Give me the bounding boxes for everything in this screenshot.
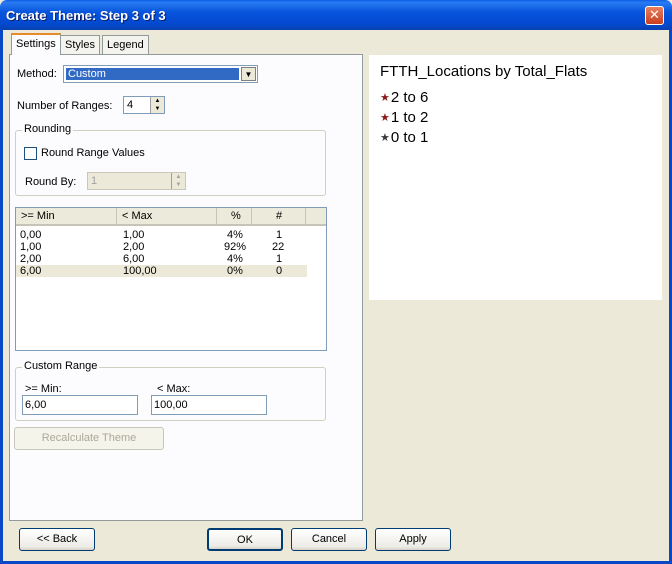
cell-min: 0,00 [20, 229, 42, 241]
custom-min-input[interactable]: 6,00 [22, 395, 138, 415]
round-by-label: Round By: [25, 176, 77, 188]
column-header-filler [306, 208, 326, 226]
cell-percent: 4% [227, 253, 243, 265]
table-row-selected[interactable]: 6,00 100,00 0% 0 [16, 265, 307, 277]
cell-max: 100,00 [123, 265, 157, 277]
cancel-button[interactable]: Cancel [291, 528, 367, 551]
legend-item: ★2 to 6 [380, 89, 428, 106]
legend-preview: FTTH_Locations by Total_Flats ★2 to 6 ★1… [368, 54, 663, 301]
title-bar[interactable]: Create Theme: Step 3 of 3 ✕ [0, 0, 672, 30]
column-header-min[interactable]: >= Min [16, 208, 117, 226]
cell-percent: 4% [227, 229, 243, 241]
cell-max: 2,00 [123, 241, 145, 253]
spin-down-icon[interactable]: ▼ [151, 105, 164, 113]
cell-percent: 92% [224, 241, 247, 253]
cell-max: 1,00 [123, 229, 145, 241]
legend-item: ★1 to 2 [380, 109, 428, 126]
legend-item-label: 2 to 6 [390, 89, 429, 106]
table-row[interactable]: 0,00 1,00 4% 1 [16, 229, 307, 241]
round-by-value: 1 [91, 175, 98, 187]
window-frame-left [0, 30, 3, 564]
ranges-table[interactable]: >= Min < Max % # 0,00 1,00 4% 1 1,00 2,0… [15, 207, 327, 351]
cell-min: 1,00 [20, 241, 42, 253]
round-by-spin-buttons[interactable]: ▲ ▼ [171, 173, 185, 189]
round-by-stepper[interactable]: 1 ▲ ▼ [87, 172, 186, 190]
spin-up-icon[interactable]: ▲ [172, 173, 185, 181]
tab-legend[interactable]: Legend [102, 35, 149, 54]
round-range-label: Round Range Values [41, 147, 145, 159]
legend-item: ★0 to 1 [380, 129, 428, 146]
ranges-label: Number of Ranges: [17, 100, 113, 112]
close-icon[interactable]: ✕ [645, 6, 664, 25]
method-label: Method: [17, 68, 57, 80]
rounding-group-title: Rounding [22, 123, 74, 135]
star-icon: ★ [380, 112, 390, 124]
ranges-stepper[interactable]: 4 ▲ ▼ [123, 96, 165, 114]
tab-settings[interactable]: Settings [11, 33, 61, 55]
back-button[interactable]: << Back [19, 528, 95, 551]
preview-title: FTTH_Locations by Total_Flats [380, 63, 588, 80]
cell-min: 2,00 [20, 253, 42, 265]
chevron-down-icon[interactable]: ▼ [241, 67, 256, 81]
legend-item-label: 1 to 2 [390, 109, 429, 126]
cell-count: 0 [276, 265, 283, 277]
apply-button[interactable]: Apply [375, 528, 451, 551]
custom-max-label: < Max: [157, 383, 191, 395]
ok-button[interactable]: OK [207, 528, 283, 551]
spin-up-icon[interactable]: ▲ [151, 97, 164, 105]
column-header-count[interactable]: # [252, 208, 306, 226]
star-icon: ★ [380, 92, 390, 104]
tab-styles[interactable]: Styles [60, 35, 100, 54]
star-icon: ★ [380, 132, 390, 144]
custom-max-input[interactable]: 100,00 [151, 395, 267, 415]
cell-min: 6,00 [20, 265, 42, 277]
cell-count: 1 [276, 229, 283, 241]
cell-percent: 0% [227, 265, 243, 277]
custom-min-label: >= Min: [25, 383, 62, 395]
column-header-percent[interactable]: % [217, 208, 252, 226]
table-row[interactable]: 1,00 2,00 92% 22 [16, 241, 307, 253]
cell-count: 1 [276, 253, 283, 265]
method-value: Custom [66, 68, 239, 80]
column-header-max[interactable]: < Max [117, 208, 217, 226]
ranges-value: 4 [127, 99, 134, 111]
cell-count: 22 [272, 241, 285, 253]
window-title: Create Theme: Step 3 of 3 [6, 8, 166, 23]
legend-item-label: 0 to 1 [390, 129, 429, 146]
spin-down-icon[interactable]: ▼ [172, 181, 185, 189]
create-theme-dialog: Create Theme: Step 3 of 3 ✕ Settings Sty… [0, 0, 672, 564]
custom-range-title: Custom Range [22, 360, 100, 372]
cell-max: 6,00 [123, 253, 145, 265]
method-select[interactable]: Custom ▼ [63, 65, 258, 83]
table-row[interactable]: 2,00 6,00 4% 1 [16, 253, 307, 265]
ranges-spin-buttons[interactable]: ▲ ▼ [150, 97, 164, 113]
recalculate-theme-button[interactable]: Recalculate Theme [14, 427, 164, 450]
round-range-checkbox[interactable] [24, 147, 37, 160]
